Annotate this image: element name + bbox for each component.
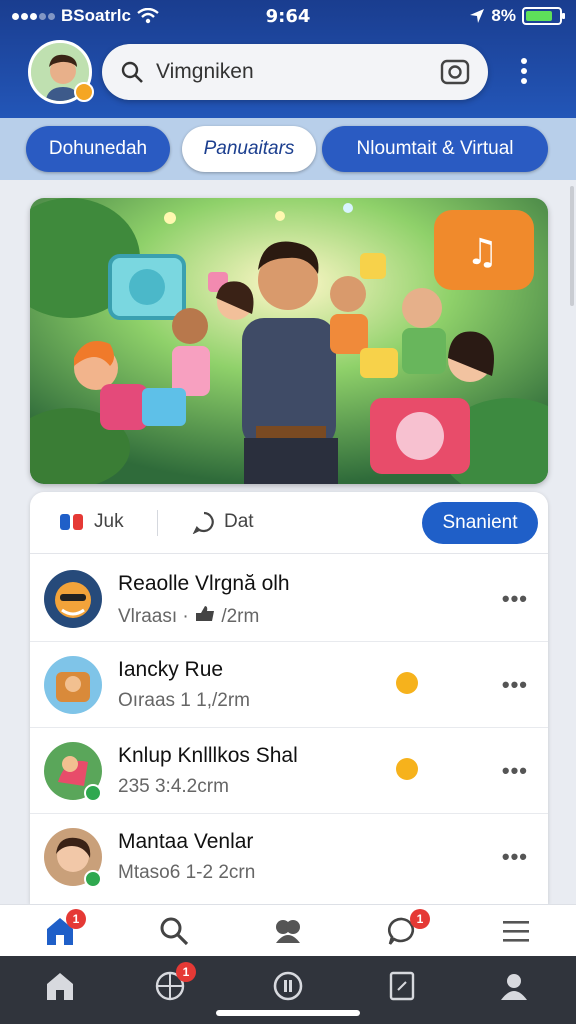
like-button[interactable]: Juk: [58, 510, 124, 534]
groups-icon: [276, 920, 300, 943]
groups-tab[interactable]: [272, 915, 304, 947]
battery-icon: [522, 7, 565, 25]
list-item[interactable]: Mantaa Venlar Mtaso6 1-2 2crn •••: [30, 814, 548, 900]
home-icon: [47, 973, 73, 1000]
more-options-icon[interactable]: •••: [502, 586, 528, 612]
more-options-icon[interactable]: •••: [502, 758, 528, 784]
status-right: 8%: [469, 6, 565, 26]
online-indicator: [84, 870, 102, 888]
menu-tab[interactable]: [500, 915, 532, 947]
tab-virtual[interactable]: Nloumtait & Virtual: [322, 126, 548, 172]
item-meta-text: Vlraası ·: [118, 606, 195, 627]
sys-home-button[interactable]: [44, 970, 76, 1002]
search-input[interactable]: Vimgniken: [156, 60, 254, 84]
item-meta: Mtaso6 1-2 2crn: [118, 862, 256, 883]
search-icon: [121, 61, 143, 83]
list-item[interactable]: Reaolle Vlrgnă olh Vlraası · /2rm •••: [30, 556, 548, 642]
hero-image[interactable]: ♫: [30, 198, 548, 484]
chat-badge: 1: [410, 909, 430, 929]
battery-percent: 8%: [491, 6, 516, 25]
more-options-icon[interactable]: •••: [502, 672, 528, 698]
item-meta: Vlraası · /2rm: [118, 604, 259, 628]
online-indicator: [84, 784, 102, 802]
like-icon: [60, 514, 83, 530]
recent-apps-icon: [389, 971, 415, 1001]
item-name: Reaolle Vlrgnă olh: [118, 572, 290, 595]
hamburger-icon: [503, 921, 529, 942]
sys-recent-button[interactable]: [386, 970, 418, 1002]
list-item[interactable]: Iancky Rue Oıraas 1 1,/2rm •••: [30, 642, 548, 728]
post-actions: Juk Dat Snanient: [30, 492, 548, 554]
item-name: Iancky Rue: [118, 658, 224, 681]
item-meta: Oıraas 1 1,/2rm: [118, 690, 250, 711]
tab-panuaitars[interactable]: Panuaitars: [182, 126, 316, 172]
location-icon: [470, 9, 485, 23]
scrollbar[interactable]: [570, 186, 574, 306]
feed-card: Juk Dat Snanient Reaolle Vlrgnă olh Vlra…: [30, 492, 548, 904]
search-tab[interactable]: [158, 915, 190, 947]
sys-badge: 1: [176, 962, 196, 982]
item-meta: 235 3:4.2crm: [118, 776, 229, 797]
item-name: Mantaa Venlar: [118, 830, 254, 853]
divider: [157, 510, 158, 536]
more-menu-icon[interactable]: [518, 58, 530, 88]
like-label: Juk: [94, 511, 124, 532]
comment-icon: [192, 511, 214, 534]
notification-badge: 1: [66, 909, 86, 929]
home-indicator[interactable]: [216, 1010, 360, 1016]
tab-dohunedah[interactable]: Dohunedah: [26, 126, 170, 172]
share-button[interactable]: Snanient: [422, 502, 538, 544]
comment-button[interactable]: Dat: [192, 510, 254, 534]
thumb-icon: [196, 606, 215, 621]
smile-emoji-icon: [396, 758, 418, 780]
bottom-nav: 1 1: [0, 904, 576, 956]
svg-text:♫: ♫: [466, 232, 498, 273]
status-bar: BSoatrlc 9:64 8%: [0, 0, 576, 30]
more-options-icon[interactable]: •••: [502, 844, 528, 870]
search-bar[interactable]: Vimgniken: [102, 44, 488, 100]
top-bar: BSoatrlc 9:64 8% Vimgniken: [0, 0, 576, 118]
list-item[interactable]: Knlup Knlllkos Shal 235 3:4.2crm •••: [30, 728, 548, 814]
sys-profile-button[interactable]: [498, 970, 530, 1002]
pause-circle-icon: [273, 971, 303, 1001]
person-icon: [501, 974, 527, 1000]
profile-badge: [74, 82, 94, 102]
item-meta-time: /2rm: [221, 606, 260, 627]
smile-emoji-icon: [396, 672, 418, 694]
sys-center-button[interactable]: [272, 970, 304, 1002]
search-icon: [160, 917, 189, 946]
camera-icon[interactable]: [440, 58, 470, 86]
avatar: [44, 656, 102, 714]
avatar: [44, 570, 102, 628]
item-name: Knlup Knlllkos Shal: [118, 744, 298, 767]
comment-label: Dat: [224, 511, 254, 532]
